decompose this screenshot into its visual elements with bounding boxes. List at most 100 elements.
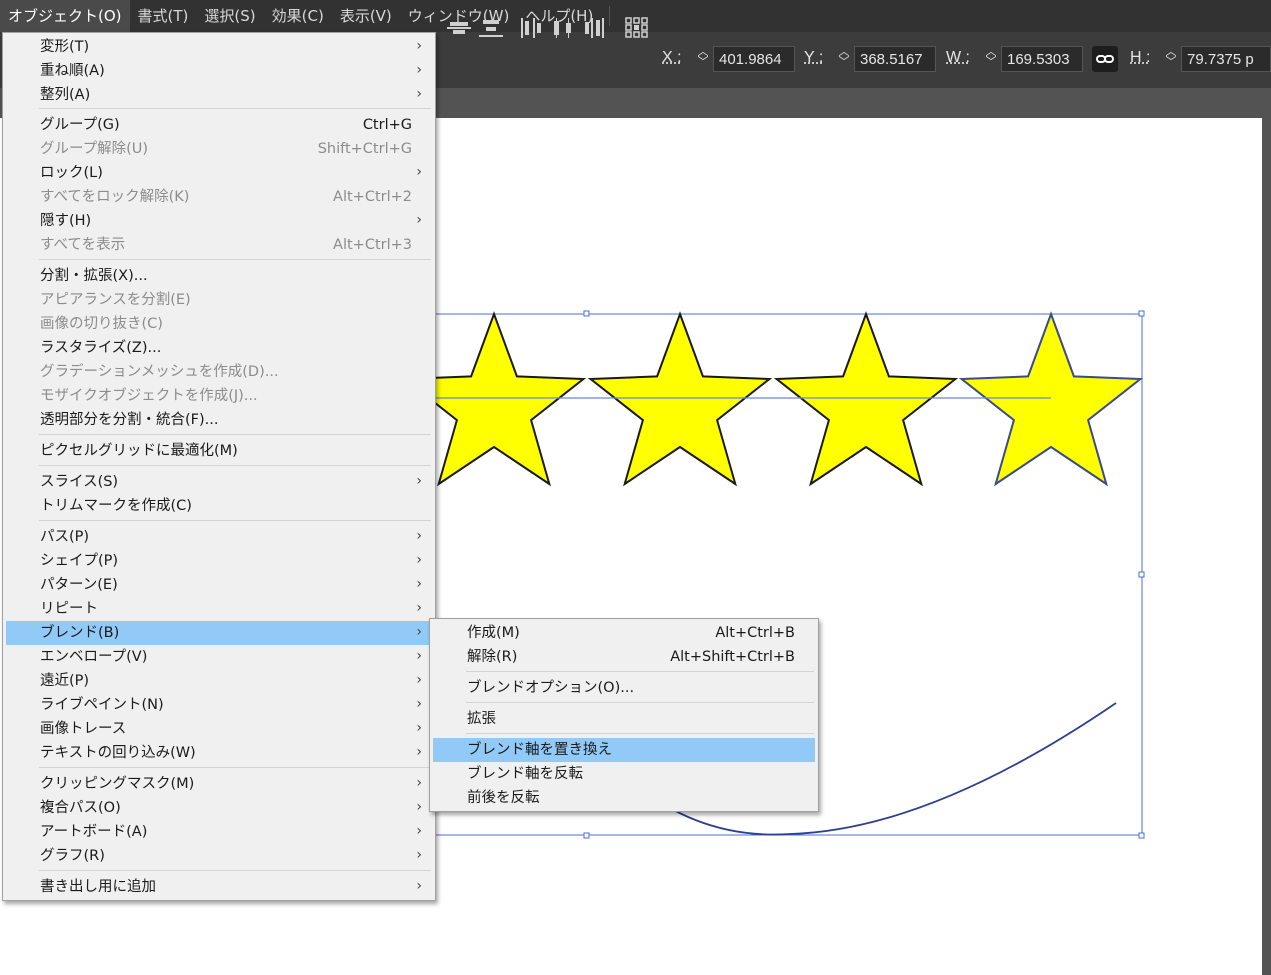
object-menu-item-label: 透明部分を分割・統合(F)...	[40, 412, 219, 428]
object-menu-item-label: 重ね順(A)	[40, 63, 105, 79]
chevron-right-icon: ›	[416, 600, 422, 616]
w-field[interactable]: 169.5303	[1001, 46, 1083, 72]
object-menu-item-label: グラフ(R)	[40, 848, 105, 864]
menu-type[interactable]: 書式(T)	[130, 0, 197, 32]
bbox-handle	[583, 832, 590, 839]
menu-object[interactable]: オブジェクト(O)	[0, 0, 130, 32]
object-menu-item-shortcut: Ctrl+G	[362, 117, 412, 133]
object-menu-item[interactable]: グループ(G) Ctrl+G	[6, 113, 432, 137]
chevron-right-icon: ›	[416, 648, 422, 664]
blend-submenu-item-label: 解除(R)	[467, 649, 518, 665]
object-menu-item[interactable]: テキストの回り込み(W) ›	[6, 741, 432, 765]
object-menu-item-label: 遠近(P)	[40, 673, 90, 689]
blend-submenu-item[interactable]: 拡張	[433, 707, 815, 731]
object-menu-item-label: 複合パス(O)	[40, 800, 121, 816]
chevron-right-icon: ›	[416, 878, 422, 894]
object-menu-item[interactable]: シェイプ(P) ›	[6, 549, 432, 573]
blend-submenu-item-label: 前後を反転	[467, 790, 540, 806]
object-menu-item: 画像の切り抜き(C)	[6, 312, 432, 336]
object-menu-item[interactable]: パターン(E) ›	[6, 573, 432, 597]
object-menu-item-label: 画像の切り抜き(C)	[40, 316, 163, 332]
object-menu-item: グループ解除(U) Shift+Ctrl+G	[6, 137, 432, 161]
distribute-left-icon[interactable]	[518, 16, 544, 40]
object-menu-item[interactable]: 透明部分を分割・統合(F)...	[6, 408, 432, 432]
object-menu-item[interactable]: ピクセルグリッドに最適化(M)	[6, 439, 432, 463]
chevron-right-icon: ›	[416, 823, 422, 839]
object-menu-item-label: シェイプ(P)	[40, 553, 119, 569]
object-menu-item[interactable]: アートボード(A) ›	[6, 820, 432, 844]
h-field[interactable]: 79.7375 p	[1181, 46, 1271, 72]
w-label: W :	[946, 49, 970, 66]
object-menu-item-label: グループ(G)	[40, 117, 120, 133]
object-menu-item[interactable]: 変形(T) ›	[6, 35, 432, 59]
menu-select[interactable]: 選択(S)	[196, 0, 263, 32]
object-menu-item-label: グループ解除(U)	[40, 141, 149, 157]
object-menu-item[interactable]: ラスタライズ(Z)...	[6, 336, 432, 360]
chevron-right-icon: ›	[416, 799, 422, 815]
object-menu-item-shortcut: Alt+Ctrl+2	[333, 189, 412, 205]
object-menu-item[interactable]: ブレンド(B) ›	[6, 621, 432, 645]
star-shape[interactable]	[958, 311, 1144, 487]
blend-submenu-item[interactable]: 解除(R) Alt+Shift+Ctrl+B	[433, 645, 815, 669]
distribute-right-icon[interactable]	[582, 16, 608, 40]
star-shape[interactable]	[587, 311, 773, 487]
constrain-proportions-button[interactable]	[1092, 46, 1118, 72]
menu-view[interactable]: 表示(V)	[332, 0, 400, 32]
object-menu-separator	[39, 108, 431, 109]
object-menu-item[interactable]: 複合パス(O) ›	[6, 796, 432, 820]
object-menu-item-label: リピート	[40, 601, 98, 617]
object-menu-item[interactable]: 遠近(P) ›	[6, 669, 432, 693]
y-spinner-icon[interactable]: ︿ ﹀	[836, 46, 852, 71]
distribute-center-icon[interactable]	[550, 16, 576, 40]
object-menu: 変形(T) › 重ね順(A) › 整列(A) › グループ(G) Ctrl+G グループ解除(U…	[2, 32, 436, 901]
object-menu-item[interactable]: 分割・拡張(X)...	[6, 264, 432, 288]
object-menu-item[interactable]: ライブペイント(N) ›	[6, 693, 432, 717]
object-menu-item-label: テキストの回り込み(W)	[40, 745, 196, 761]
chevron-right-icon: ›	[416, 212, 422, 228]
w-spinner-icon[interactable]: ︿ ﹀	[983, 46, 999, 71]
blend-submenu-item-shortcut: Alt+Shift+Ctrl+B	[670, 649, 795, 665]
object-menu-item-label: 画像トレース	[40, 721, 127, 737]
object-menu-item-label: ロック(L)	[40, 165, 103, 181]
x-spinner-icon[interactable]: ︿ ﹀	[695, 46, 711, 71]
x-label: X :	[662, 49, 682, 66]
object-menu-item: すべてを表示 Alt+Ctrl+3	[6, 233, 432, 257]
blend-submenu-item-shortcut: Alt+Ctrl+B	[715, 625, 795, 641]
blend-submenu-item[interactable]: 前後を反転	[433, 786, 815, 810]
object-menu-item-label: ピクセルグリッドに最適化(M)	[40, 443, 238, 459]
object-menu-item[interactable]: 画像トレース ›	[6, 717, 432, 741]
align-bottom-icon[interactable]	[478, 16, 504, 40]
object-menu-item[interactable]: ロック(L) ›	[6, 161, 432, 185]
object-menu-item-label: エンベロープ(V)	[40, 649, 148, 665]
object-menu-separator	[39, 465, 431, 466]
object-menu-item[interactable]: クリッピングマスク(M) ›	[6, 772, 432, 796]
object-menu-item-label: アートボード(A)	[40, 824, 148, 840]
blend-submenu-item[interactable]: ブレンドオプション(O)...	[433, 676, 815, 700]
object-menu-item-shortcut: Alt+Ctrl+3	[333, 237, 412, 253]
object-menu-item[interactable]: 隠す(H) ›	[6, 209, 432, 233]
object-menu-item[interactable]: 整列(A) ›	[6, 83, 432, 107]
blend-submenu-item[interactable]: ブレンド軸を置き換え	[433, 738, 815, 762]
chevron-right-icon: ›	[416, 672, 422, 688]
object-menu-item: アピアランスを分割(E)	[6, 288, 432, 312]
align-vertical-center-icon[interactable]	[446, 16, 472, 40]
h-spinner-icon[interactable]: ︿ ﹀	[1163, 46, 1179, 71]
reference-point-icon[interactable]	[624, 16, 650, 40]
bbox-handle	[1138, 571, 1145, 578]
object-menu-item[interactable]: パス(P) ›	[6, 525, 432, 549]
object-menu-item[interactable]: 重ね順(A) ›	[6, 59, 432, 83]
y-field[interactable]: 368.5167	[854, 46, 936, 72]
chevron-right-icon: ›	[416, 744, 422, 760]
object-menu-item[interactable]: グラフ(R) ›	[6, 844, 432, 868]
blend-submenu-item[interactable]: 作成(M) Alt+Ctrl+B	[433, 621, 815, 645]
object-menu-item[interactable]: スライス(S) ›	[6, 470, 432, 494]
object-menu-item[interactable]: トリムマークを作成(C)	[6, 494, 432, 518]
object-menu-item[interactable]: 書き出し用に追加 ›	[6, 875, 432, 899]
chevron-right-icon: ›	[416, 164, 422, 180]
object-menu-item[interactable]: エンベロープ(V) ›	[6, 645, 432, 669]
object-menu-item[interactable]: リピート ›	[6, 597, 432, 621]
x-field[interactable]: 401.9864	[713, 46, 795, 72]
blend-submenu-item[interactable]: ブレンド軸を反転	[433, 762, 815, 786]
star-shape[interactable]	[773, 311, 959, 487]
menu-effect[interactable]: 効果(C)	[264, 0, 332, 32]
